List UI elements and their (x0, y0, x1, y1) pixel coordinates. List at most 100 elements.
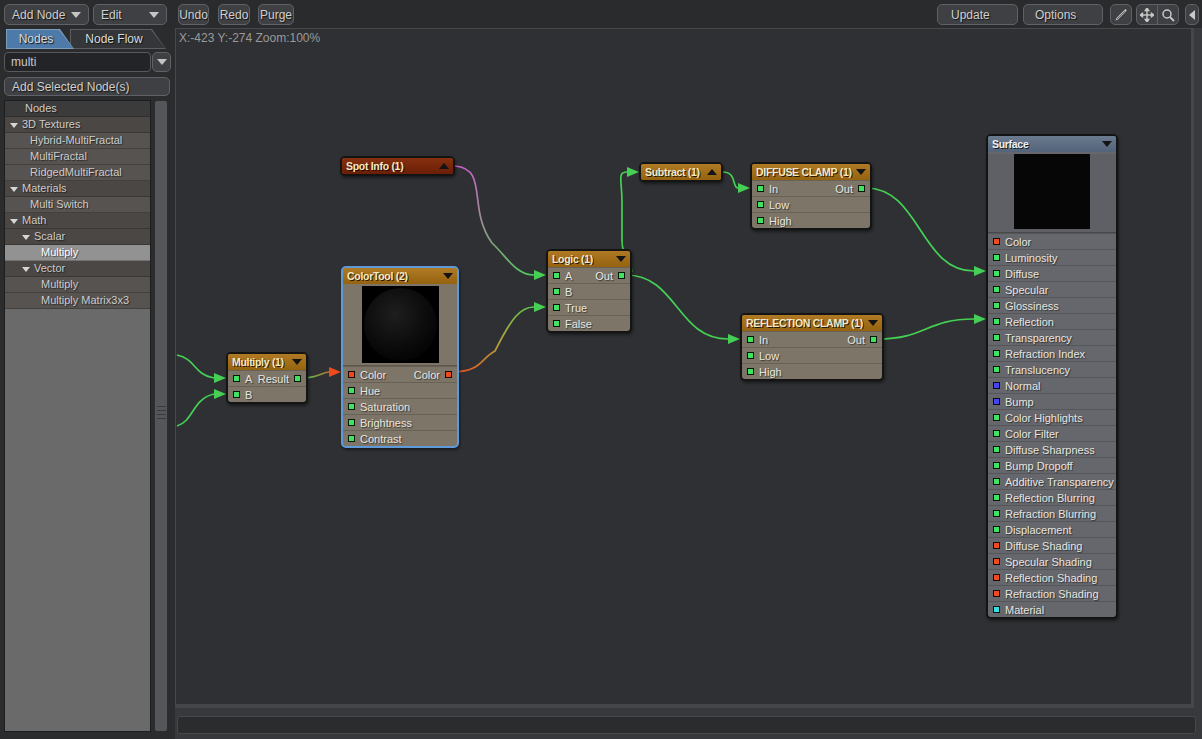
expanded-triangle-icon[interactable] (10, 187, 18, 192)
node-list-item[interactable]: Materials (5, 181, 150, 197)
input-socket[interactable] (553, 304, 560, 311)
input-socket[interactable] (993, 254, 1000, 261)
update-button[interactable]: Update (937, 4, 1018, 25)
input-label: Translucency (1005, 364, 1070, 376)
node-list-item[interactable]: Multiply (5, 245, 150, 261)
vertical-scrollbar-thumb[interactable] (154, 100, 168, 732)
input-socket[interactable] (757, 217, 764, 224)
expand-node-icon[interactable] (707, 169, 717, 175)
output-socket[interactable] (618, 272, 625, 279)
graph-node-spotinfo[interactable]: Spot Info (1) (340, 156, 455, 176)
options-button[interactable]: Options (1023, 4, 1103, 25)
expand-node-icon[interactable] (439, 163, 449, 169)
graph-node-diffclamp[interactable]: DIFFUSE CLAMP (1)InOutLowHigh (750, 162, 872, 230)
output-socket[interactable] (870, 336, 877, 343)
input-socket[interactable] (348, 371, 355, 378)
node-list-item[interactable]: 3D Textures (5, 117, 150, 133)
add-node-button[interactable]: Add Node (4, 4, 89, 25)
graph-node-reflclamp[interactable]: REFLECTION CLAMP (1)InOutLowHigh (740, 313, 884, 381)
edit-button[interactable]: Edit (93, 4, 167, 25)
input-socket[interactable] (993, 510, 1000, 517)
input-socket[interactable] (757, 201, 764, 208)
tab-node-flow[interactable]: Node Flow (70, 29, 166, 49)
node-canvas[interactable]: X:-423 Y:-274 Zoom:100% Spot Info (1)Mul… (175, 28, 1194, 708)
input-socket[interactable] (993, 366, 1000, 373)
input-socket[interactable] (747, 352, 754, 359)
output-socket[interactable] (445, 371, 452, 378)
input-socket[interactable] (348, 435, 355, 442)
graph-node-surface[interactable]: SurfaceColorLuminosityDiffuseSpecularGlo… (986, 134, 1118, 619)
input-socket[interactable] (993, 382, 1000, 389)
input-socket[interactable] (553, 320, 560, 327)
node-list-item[interactable]: Hybrid-MultiFractal (5, 133, 150, 149)
input-socket[interactable] (993, 350, 1000, 357)
input-socket[interactable] (993, 398, 1000, 405)
input-socket[interactable] (993, 414, 1000, 421)
collapse-node-icon[interactable] (443, 273, 453, 279)
input-socket[interactable] (993, 270, 1000, 277)
input-socket[interactable] (993, 590, 1000, 597)
collapse-node-icon[interactable] (1102, 141, 1112, 147)
expanded-triangle-icon[interactable] (10, 219, 18, 224)
graph-node-logic[interactable]: Logic (1)AOutBTrueFalse (546, 249, 632, 333)
input-socket[interactable] (553, 272, 560, 279)
vertical-scrollbar[interactable] (154, 100, 168, 732)
node-list-item[interactable]: Scalar (5, 229, 150, 245)
input-socket[interactable] (993, 606, 1000, 613)
graph-node-subtract[interactable]: Subtract (1) (639, 162, 723, 182)
node-list-item[interactable]: Multiply Matrix3x3 (5, 293, 150, 309)
input-socket[interactable] (747, 336, 754, 343)
node-list-item[interactable]: Vector (5, 261, 150, 277)
collapse-node-icon[interactable] (616, 256, 626, 262)
input-socket[interactable] (993, 318, 1000, 325)
input-socket[interactable] (233, 375, 240, 382)
input-socket[interactable] (993, 334, 1000, 341)
node-list-item[interactable]: RidgedMultiFractal (5, 165, 150, 181)
collapse-node-icon[interactable] (292, 359, 302, 365)
input-socket[interactable] (993, 286, 1000, 293)
input-socket[interactable] (348, 387, 355, 394)
node-list-item[interactable]: Nodes (5, 101, 150, 117)
input-socket[interactable] (993, 446, 1000, 453)
search-dropdown-button[interactable] (152, 52, 171, 72)
collapse-panel-icon[interactable] (1185, 4, 1199, 25)
search-input[interactable]: multi (4, 52, 151, 72)
expanded-triangle-icon[interactable] (22, 235, 30, 240)
input-socket[interactable] (993, 478, 1000, 485)
output-socket[interactable] (858, 185, 865, 192)
input-socket[interactable] (993, 430, 1000, 437)
input-socket[interactable] (233, 391, 240, 398)
input-socket[interactable] (993, 574, 1000, 581)
horizontal-scrollbar[interactable] (177, 716, 1196, 734)
redo-button[interactable]: Redo (218, 4, 250, 25)
input-socket[interactable] (757, 185, 764, 192)
node-list-item[interactable]: Multi Switch (5, 197, 150, 213)
collapse-node-icon[interactable] (856, 169, 866, 175)
collapse-node-icon[interactable] (868, 320, 878, 326)
undo-button[interactable]: Undo (178, 4, 209, 25)
input-socket[interactable] (993, 238, 1000, 245)
expanded-triangle-icon[interactable] (22, 267, 30, 272)
zoom-icon[interactable] (1157, 4, 1179, 25)
input-socket[interactable] (993, 462, 1000, 469)
output-socket[interactable] (294, 375, 301, 382)
expanded-triangle-icon[interactable] (10, 123, 18, 128)
input-socket[interactable] (993, 542, 1000, 549)
input-socket[interactable] (993, 494, 1000, 501)
graph-node-colortool[interactable]: ColorTool (2)ColorColorHueSaturationBrig… (341, 266, 459, 448)
input-socket[interactable] (993, 302, 1000, 309)
pen-icon[interactable] (1110, 4, 1132, 25)
node-list-item[interactable]: MultiFractal (5, 149, 150, 165)
node-list-item[interactable]: Multiply (5, 277, 150, 293)
input-socket[interactable] (993, 526, 1000, 533)
input-socket[interactable] (553, 288, 560, 295)
input-socket[interactable] (348, 419, 355, 426)
input-socket[interactable] (993, 558, 1000, 565)
pan-icon[interactable] (1136, 4, 1158, 25)
purge-button[interactable]: Purge (258, 4, 294, 25)
input-socket[interactable] (747, 368, 754, 375)
node-list-item[interactable]: Math (5, 213, 150, 229)
add-selected-nodes-button[interactable]: Add Selected Node(s) (4, 77, 170, 96)
input-socket[interactable] (348, 403, 355, 410)
graph-node-multiply[interactable]: Multiply (1)AResultB (226, 352, 308, 404)
